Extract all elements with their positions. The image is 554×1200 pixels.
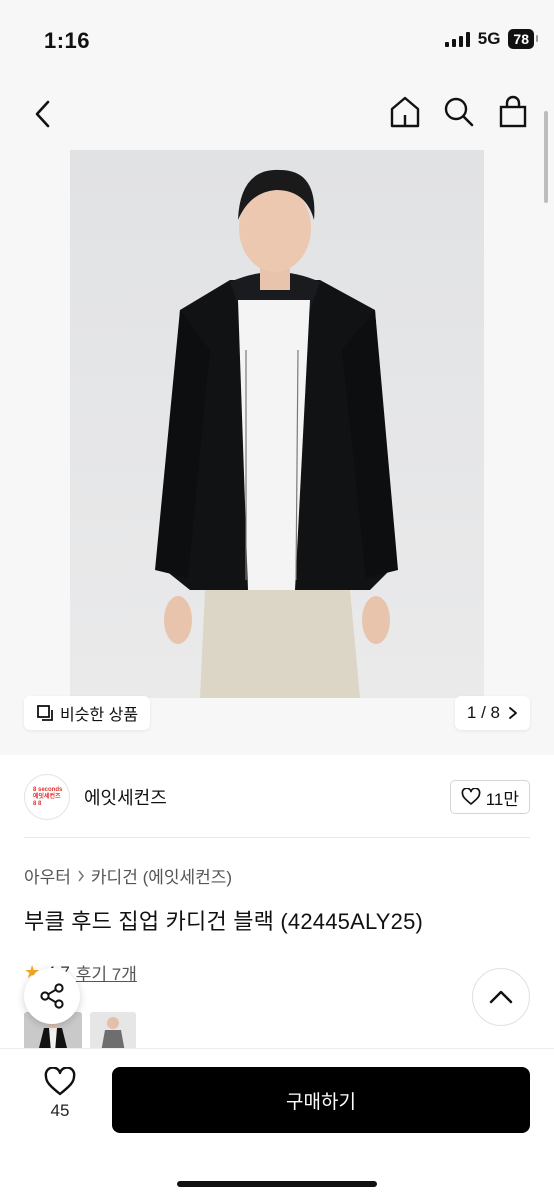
search-button[interactable] <box>442 94 476 130</box>
brand-name[interactable]: 에잇세컨즈 <box>84 784 167 810</box>
shopping-bag-icon <box>499 95 527 128</box>
back-button[interactable] <box>28 94 58 134</box>
similar-products-label: 비슷한 상품 <box>60 707 139 724</box>
brand-logo[interactable]: 8 seconds 에잇세컨즈 8 8 <box>24 774 70 820</box>
home-indicator <box>177 1181 377 1187</box>
divider <box>24 837 530 838</box>
chevron-right-icon <box>78 870 84 881</box>
chevron-left-icon <box>35 100 50 128</box>
brand-logo-line: 8 seconds <box>33 786 63 793</box>
heart-icon <box>461 788 481 805</box>
scrollbar[interactable] <box>544 111 548 203</box>
wishlist-count: 45 <box>50 1101 70 1120</box>
heart-icon <box>44 1067 76 1096</box>
breadcrumb: 아우터 카디건 (에잇세컨즈) <box>24 863 232 888</box>
product-image[interactable] <box>70 150 484 698</box>
thumbnail-image <box>90 1012 136 1052</box>
review-link[interactable]: 후기 7개 <box>76 960 137 985</box>
status-indicators: 5G 78 <box>444 29 538 49</box>
network-label: 5G <box>477 29 501 48</box>
chevron-right-icon <box>509 707 517 719</box>
breadcrumb-item[interactable]: 아우터 <box>24 863 71 888</box>
buy-button[interactable]: 구매하기 <box>112 1067 530 1133</box>
chevron-up-icon <box>489 990 513 1004</box>
share-icon <box>40 983 64 1009</box>
brand-logo-line: 8 8 <box>33 800 42 807</box>
nav-actions <box>388 94 530 130</box>
thumbnail[interactable] <box>90 1012 136 1052</box>
top-navigation <box>0 80 554 150</box>
product-title: 부클 후드 집업 카디건 블랙 (42445ALY25) <box>24 909 424 934</box>
share-button[interactable] <box>24 968 80 1024</box>
model-photo <box>70 150 484 698</box>
scroll-to-top-button[interactable] <box>472 968 530 1026</box>
page-indicator-text: 1 / 8 <box>466 703 500 722</box>
home-button[interactable] <box>388 94 422 130</box>
battery-icon: 78 <box>508 29 538 49</box>
status-time: 1:16 <box>44 28 91 53</box>
wishlist-button[interactable]: 45 <box>28 1067 92 1133</box>
home-icon <box>390 96 420 128</box>
brand-like-button[interactable]: 11만 <box>449 780 530 814</box>
brand-like-count: 11만 <box>485 789 519 809</box>
status-bar: 1:16 5G 78 <box>0 0 554 80</box>
copy-icon <box>37 705 53 721</box>
image-page-indicator[interactable]: 1 / 8 <box>454 696 530 730</box>
bottom-action-bar: 45 구매하기 <box>0 1048 554 1200</box>
cart-button[interactable] <box>496 94 530 130</box>
similar-products-button[interactable]: 비슷한 상품 <box>24 696 151 730</box>
search-icon <box>444 97 474 127</box>
product-gallery: 비슷한 상품 1 / 8 <box>0 150 554 755</box>
signal-icon <box>444 31 470 47</box>
breadcrumb-item[interactable]: 카디건 (에잇세컨즈) <box>91 863 232 888</box>
brand-row: 8 seconds 에잇세컨즈 8 8 에잇세컨즈 11만 <box>24 770 530 824</box>
brand-logo-line: 에잇세컨즈 <box>33 793 61 800</box>
